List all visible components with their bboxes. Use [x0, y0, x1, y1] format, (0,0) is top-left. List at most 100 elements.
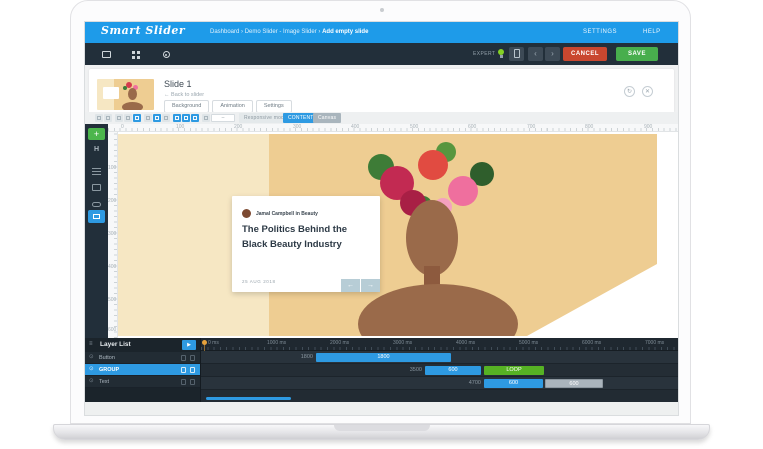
- slide-header-region: Slide 1 ← Back to slider Background Anim…: [85, 65, 678, 113]
- ruler-label: 600: [108, 327, 117, 333]
- device-tablet-button[interactable]: [182, 114, 190, 122]
- grid-toggle-button[interactable]: [202, 114, 210, 122]
- slides-grid-icon: [132, 51, 135, 54]
- back-to-slider-link[interactable]: ← Back to slider: [164, 92, 204, 98]
- breadcrumb-dashboard[interactable]: Dashboard: [210, 29, 239, 35]
- save-button[interactable]: SAVE: [616, 47, 658, 61]
- ruler-label: 500: [108, 297, 117, 303]
- time-tick-label: 3000 ms: [393, 340, 413, 346]
- timeline-scrollbar[interactable]: [206, 397, 291, 400]
- duplicate-layer-icon[interactable]: [181, 367, 186, 373]
- app-screen: Smart Slider Dashboard › Demo Slider - I…: [84, 21, 679, 416]
- redo-icon-button[interactable]: [104, 114, 112, 122]
- device-mobile-button[interactable]: [191, 114, 199, 122]
- layers-panel-toggle[interactable]: [88, 210, 105, 223]
- loop-animation-bar[interactable]: LOOP: [484, 366, 544, 375]
- ruler-label: 400: [351, 124, 360, 130]
- duplicate-slide-icon[interactable]: ↻: [624, 86, 635, 97]
- expert-toggle-bulb-icon[interactable]: [498, 49, 504, 58]
- layer-list-title: Layer List: [100, 341, 131, 348]
- vertical-ruler: 100 200 300 400 500 600: [108, 132, 118, 338]
- article-card-layer[interactable]: Jamal Campbell in Beauty The Politics Be…: [232, 196, 380, 292]
- delay-value: 3500: [409, 367, 422, 373]
- author-byline: Jamal Campbell in Beauty: [256, 211, 318, 217]
- help-link[interactable]: HELP: [643, 29, 661, 35]
- folder-icon[interactable]: ⊙: [89, 366, 94, 372]
- slider-arrows: ← →: [341, 279, 380, 292]
- timeline-tracks: 0 ms 1000 ms 2000 ms 3000 ms 4000 ms 500…: [200, 338, 678, 402]
- undo-icon-button[interactable]: [95, 114, 103, 122]
- tab-slider[interactable]: SLIDER: [93, 45, 119, 69]
- canvas-toolbar: – Responsive mode CONTENT Canvas: [85, 112, 678, 124]
- timeline-ticks: [201, 347, 678, 350]
- align-right-button[interactable]: [133, 114, 141, 122]
- slider-icon: [101, 51, 111, 58]
- ruler-label: 500: [410, 124, 419, 130]
- tab-preview[interactable]: PREVIEW: [153, 45, 179, 69]
- play-animation-button[interactable]: ▶: [182, 340, 196, 350]
- layer-list-panel: ≡ Layer List ▶ ⊙ Button ⊙ GROUP ⊙ Text: [85, 338, 200, 402]
- delay-value: 1800: [300, 354, 313, 360]
- in-animation-bar[interactable]: 600: [484, 379, 543, 388]
- ruler-label: 900: [644, 124, 653, 130]
- article-date: 25 AUG 2018: [242, 279, 276, 284]
- layer-row-group[interactable]: ⊙ GROUP: [85, 364, 200, 376]
- valign-bottom-button[interactable]: [162, 114, 170, 122]
- timeline-row-group: 3500 600 LOOP: [201, 364, 678, 377]
- screen-footer-strip: [85, 402, 678, 415]
- layer-name: Button: [99, 355, 115, 361]
- smart-slider-logo[interactable]: Smart Slider: [101, 24, 185, 37]
- breadcrumb: Dashboard › Demo Slider - Image Slider ›…: [210, 29, 368, 35]
- in-animation-bar[interactable]: 600: [425, 366, 481, 375]
- horizontal-ruler: 0 100 200 300 400 500 600 700 800 900: [108, 124, 678, 132]
- time-tick-label: 6000 ms: [582, 340, 602, 346]
- valign-middle-button[interactable]: [153, 114, 161, 122]
- breadcrumb-slider[interactable]: Demo Slider - Image Slider: [245, 29, 317, 35]
- delete-layer-icon[interactable]: [190, 379, 195, 385]
- slide-header-card: Slide 1 ← Back to slider Background Anim…: [89, 69, 674, 113]
- heading-layer-button[interactable]: H: [85, 146, 108, 153]
- layer-add-sidebar: + H: [85, 124, 108, 338]
- undo-button[interactable]: ‹: [528, 47, 543, 61]
- thumb-face: [128, 88, 137, 100]
- canvas-mode-button[interactable]: Canvas: [313, 113, 342, 123]
- slide-thumbnail[interactable]: [97, 79, 154, 110]
- cancel-button[interactable]: CANCEL: [563, 47, 607, 61]
- layer-row-text[interactable]: ⊙ Text: [85, 376, 200, 388]
- timeline-ruler: 0 ms 1000 ms 2000 ms 3000 ms 4000 ms 500…: [201, 338, 678, 351]
- previous-arrow-button[interactable]: ←: [341, 279, 360, 292]
- layer-list-header: ≡ Layer List ▶: [85, 338, 200, 352]
- expert-label: EXPERT: [473, 51, 496, 57]
- device-desktop-button[interactable]: [173, 114, 181, 122]
- text-lines-icon: [92, 168, 101, 175]
- layer-row-button[interactable]: ⊙ Button: [85, 352, 200, 364]
- duplicate-layer-icon[interactable]: [181, 355, 186, 361]
- delete-slide-icon[interactable]: ✕: [642, 86, 653, 97]
- back-arrow-icon: ←: [164, 92, 170, 98]
- delay-value: 4700: [468, 380, 481, 386]
- settings-link[interactable]: SETTINGS: [583, 29, 617, 35]
- ruler-label: 200: [234, 124, 243, 130]
- author-avatar: [242, 209, 251, 218]
- valign-top-button[interactable]: [144, 114, 152, 122]
- align-left-button[interactable]: [115, 114, 123, 122]
- delete-layer-icon[interactable]: [190, 355, 195, 361]
- device-view-button[interactable]: [509, 47, 524, 61]
- visibility-eye-icon[interactable]: ⊙: [89, 354, 94, 360]
- slide-artwork[interactable]: Jamal Campbell in Beauty The Politics Be…: [118, 134, 657, 336]
- tab-slides[interactable]: SLIDES: [123, 45, 149, 69]
- delete-layer-icon[interactable]: [190, 367, 195, 373]
- add-layer-button[interactable]: +: [88, 128, 105, 140]
- out-animation-bar[interactable]: 600: [545, 379, 603, 388]
- time-tick-label: 1000 ms: [267, 340, 287, 346]
- duplicate-layer-icon[interactable]: [181, 379, 186, 385]
- editor-canvas[interactable]: Jamal Campbell in Beauty The Politics Be…: [118, 132, 678, 338]
- redo-button[interactable]: ›: [545, 47, 560, 61]
- time-tick-label: 0 ms: [208, 340, 219, 346]
- in-animation-bar[interactable]: 1800: [316, 353, 451, 362]
- next-arrow-button[interactable]: →: [361, 279, 380, 292]
- visibility-eye-icon[interactable]: ⊙: [89, 378, 94, 384]
- align-center-button[interactable]: [124, 114, 132, 122]
- zoom-control[interactable]: –: [211, 114, 235, 122]
- time-tick-label: 5000 ms: [519, 340, 539, 346]
